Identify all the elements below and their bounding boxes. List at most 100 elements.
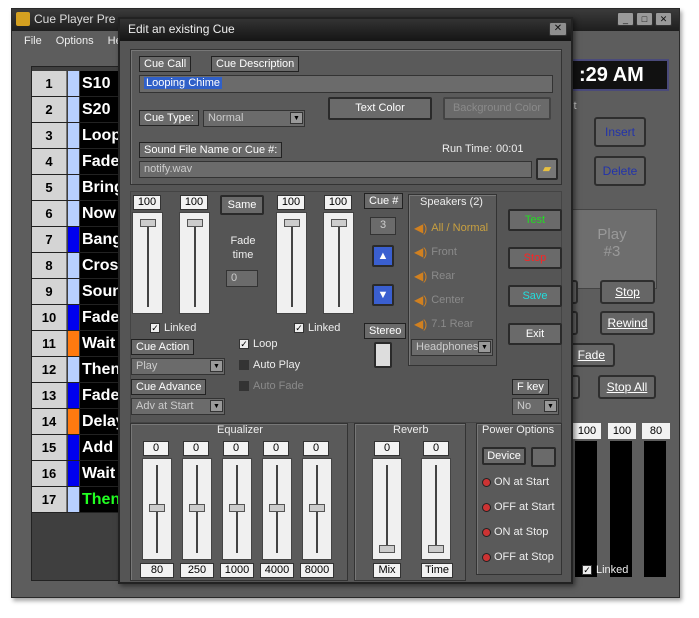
- cue-type-select[interactable]: Normal ▼: [203, 110, 305, 127]
- fkey-label: F key: [512, 379, 549, 395]
- cue-row-number: 11: [32, 331, 67, 356]
- dialog-close-button[interactable]: ✕: [549, 22, 567, 36]
- speaker-center[interactable]: ◀) Center: [414, 293, 464, 307]
- fkey-select[interactable]: No ▼: [512, 398, 559, 415]
- play-label: Play: [597, 226, 627, 243]
- stereo-toggle[interactable]: [374, 342, 392, 368]
- speaker-icon: ◀): [414, 221, 428, 235]
- master-fader-2[interactable]: [610, 441, 632, 577]
- reverb-time-fader[interactable]: [421, 458, 451, 560]
- eq-band-frequency: 8000: [300, 563, 334, 578]
- maximize-button[interactable]: □: [636, 12, 653, 26]
- master-linked-checkbox[interactable]: ✓ Linked: [582, 564, 628, 576]
- right-linked-checkbox[interactable]: ✓ Linked: [294, 322, 340, 334]
- cue-row-color-bar: [68, 461, 79, 486]
- left-fader-2[interactable]: [179, 212, 210, 314]
- cue-number-up-button[interactable]: ▲: [372, 245, 394, 267]
- main-close-button[interactable]: ✕: [655, 12, 672, 26]
- insert-button[interactable]: Insert: [594, 117, 646, 147]
- auto-play-checkbox[interactable]: Auto Play: [239, 359, 300, 371]
- cue-row-number: 3: [32, 123, 67, 148]
- cue-row-color-bar: [68, 123, 79, 148]
- eq-band-fader[interactable]: [142, 458, 172, 560]
- cue-description-input[interactable]: Looping Chime: [139, 75, 553, 93]
- cue-row-color-bar: [68, 279, 79, 304]
- save-button[interactable]: Save: [508, 285, 562, 307]
- master-fader-3[interactable]: [644, 441, 666, 577]
- cue-row-number: 12: [32, 357, 67, 382]
- cue-row-color-bar: [68, 435, 79, 460]
- cue-advance-select[interactable]: Adv at Start ▼: [131, 398, 225, 415]
- cue-number-label: Cue #: [364, 193, 404, 209]
- stop-cue-button[interactable]: Stop: [508, 247, 562, 269]
- off-at-start-option[interactable]: OFF at Start: [482, 501, 555, 513]
- sound-file-input[interactable]: notify.wav: [139, 161, 532, 178]
- cue-row-color-bar: [68, 487, 79, 512]
- left-fader-value-1: 100: [133, 195, 161, 210]
- cue-row-color-bar: [68, 305, 79, 330]
- eq-band-fader[interactable]: [302, 458, 332, 560]
- master-fader-value-1: 100: [573, 423, 601, 439]
- left-fader-1[interactable]: [132, 212, 163, 314]
- loop-checkbox[interactable]: ✓ Loop: [239, 338, 277, 350]
- same-button[interactable]: Same: [220, 195, 264, 215]
- speaker-icon: ◀): [414, 293, 428, 307]
- delete-button[interactable]: Delete: [594, 156, 646, 186]
- cue-row-color-bar: [68, 71, 79, 96]
- text-color-button[interactable]: Text Color: [328, 97, 432, 120]
- arrow-up-icon: ▲: [377, 250, 389, 262]
- app-icon: [16, 12, 30, 26]
- cue-action-select[interactable]: Play ▼: [131, 358, 225, 375]
- cue-row-color-bar: [68, 201, 79, 226]
- cue-row-number: 14: [32, 409, 67, 434]
- eq-band-fader[interactable]: [262, 458, 292, 560]
- cue-row-color-bar: [68, 175, 79, 200]
- auto-fade-checkbox[interactable]: Auto Fade: [239, 380, 304, 392]
- cue-action-label: Cue Action: [131, 339, 195, 355]
- right-fader-2[interactable]: [323, 212, 354, 314]
- menu-options[interactable]: Options: [56, 35, 94, 53]
- reverb-mix-label: Mix: [373, 563, 401, 578]
- exit-button[interactable]: Exit: [508, 323, 562, 345]
- cue-row-number: 9: [32, 279, 67, 304]
- stop-all-button[interactable]: Stop All: [598, 375, 656, 399]
- test-button[interactable]: Test: [508, 209, 562, 231]
- speaker-icon: ◀): [414, 317, 428, 331]
- eq-band-value: 0: [223, 441, 249, 456]
- fade-time-label: Fade time: [230, 235, 256, 261]
- eq-band-fader[interactable]: [222, 458, 252, 560]
- minimize-button[interactable]: _: [617, 12, 634, 26]
- left-linked-checkbox[interactable]: ✓ Linked: [150, 322, 196, 334]
- speaker-all-normal[interactable]: ◀) All / Normal: [414, 221, 488, 235]
- stop-button[interactable]: Stop: [600, 280, 655, 304]
- cue-row-number: 6: [32, 201, 67, 226]
- cue-number-down-button[interactable]: ▼: [372, 284, 394, 306]
- fade-time-input[interactable]: 0: [226, 270, 258, 287]
- master-fader-1[interactable]: [575, 441, 597, 577]
- speaker-output-select[interactable]: Headphones ▼: [411, 339, 493, 356]
- device-button[interactable]: Device: [482, 447, 526, 465]
- eq-band-fader[interactable]: [182, 458, 212, 560]
- off-at-stop-option[interactable]: OFF at Stop: [482, 551, 554, 563]
- on-at-stop-option[interactable]: ON at Stop: [482, 526, 548, 538]
- browse-folder-button[interactable]: ▰: [536, 158, 558, 180]
- menu-file[interactable]: File: [24, 35, 42, 53]
- edit-cue-dialog: Edit an existing Cue ✕ Cue Call Cue Desc…: [118, 17, 573, 584]
- power-options-title: Power Options: [482, 424, 555, 436]
- main-play-button[interactable]: Play #3: [567, 209, 657, 289]
- speaker-icon: ◀): [414, 245, 428, 259]
- speaker-front[interactable]: ◀) Front: [414, 245, 457, 259]
- cue-row-number: 4: [32, 149, 67, 174]
- reverb-mix-value: 0: [374, 441, 400, 456]
- background-color-button[interactable]: Background Color: [443, 97, 551, 120]
- on-at-start-option[interactable]: ON at Start: [482, 476, 549, 488]
- cue-row-number: 10: [32, 305, 67, 330]
- cue-row-number: 8: [32, 253, 67, 278]
- run-time-label: Run Time:: [442, 143, 493, 155]
- cue-number-input[interactable]: 3: [370, 217, 396, 235]
- speaker-rear[interactable]: ◀) Rear: [414, 269, 455, 283]
- reverb-mix-fader[interactable]: [372, 458, 402, 560]
- speaker-71-rear[interactable]: ◀) 7.1 Rear: [414, 317, 473, 331]
- right-fader-1[interactable]: [276, 212, 307, 314]
- rewind-button[interactable]: Rewind: [600, 311, 655, 335]
